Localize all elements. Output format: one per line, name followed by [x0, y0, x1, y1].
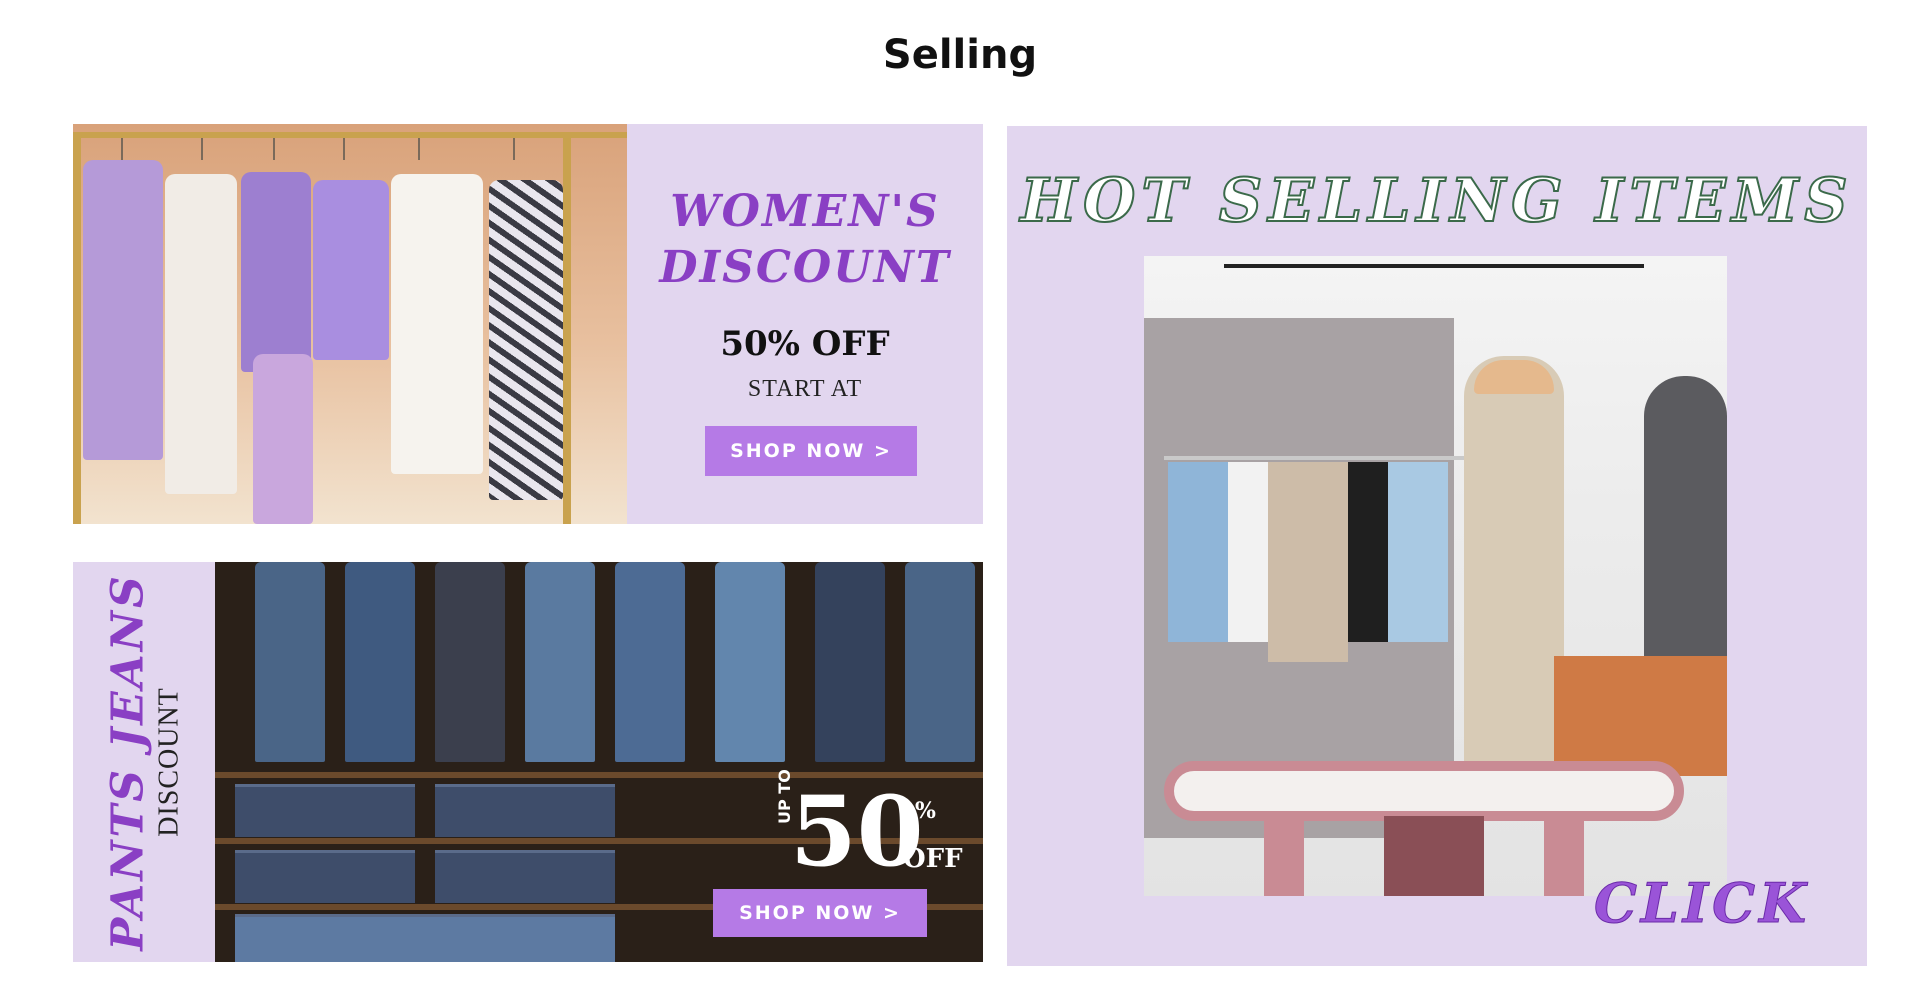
jeans-mannequin — [345, 562, 415, 762]
page-title: Selling — [882, 32, 1038, 78]
sun-hat — [1474, 360, 1554, 394]
jeans-mannequin — [905, 562, 975, 762]
purple-sweater-garment — [313, 180, 389, 360]
clothing-rail — [73, 132, 627, 138]
jeans-discount-subtitle: DISCOUNT — [153, 687, 185, 837]
folded-jeans-stack — [435, 850, 615, 903]
jeans-heading: PANTS JEANS — [102, 573, 154, 951]
womens-offer-text: 50% OFF — [720, 324, 890, 364]
jeans-shop-now-button[interactable]: SHOP NOW > — [713, 889, 927, 937]
purple-pants-garment — [253, 354, 313, 524]
womens-discount-heading: WOMEN'S DISCOUNT — [627, 184, 983, 296]
jeans-mannequin — [615, 562, 685, 762]
lace-dress-garment — [165, 174, 237, 494]
jeans-mannequin — [435, 562, 505, 762]
jeans-mannequin — [255, 562, 325, 762]
rail-post — [73, 132, 81, 524]
zebra-print-dress-garment — [489, 180, 563, 500]
hanger-hook — [343, 138, 345, 160]
hanger-hook — [201, 138, 203, 160]
heading-line-womens: WOMEN'S — [670, 186, 940, 237]
table-leg — [1264, 811, 1304, 896]
hot-selling-items-banner[interactable]: HOT SELLING ITEMS CLICK — [1007, 126, 1867, 966]
mannequin-floral-dress — [1464, 356, 1564, 776]
womens-clothing-rack-photo — [73, 124, 627, 524]
hanger-hook — [273, 138, 275, 160]
jeans-mannequin — [525, 562, 595, 762]
pink-display-table — [1164, 761, 1684, 821]
folded-jeans-stack — [235, 784, 415, 837]
hanger-hook — [121, 138, 123, 160]
plaid-dress-garment — [83, 160, 163, 460]
jeans-mannequin — [815, 562, 885, 762]
folded-jeans-stack — [235, 850, 415, 903]
black-garment — [1348, 462, 1388, 642]
jeans-vertical-label-panel: PANTS JEANS DISCOUNT — [73, 562, 215, 962]
jeans-percent-sign: % — [915, 798, 936, 824]
folded-jeans-stack — [235, 914, 615, 962]
pink-suitcase — [1384, 816, 1484, 896]
white-garment — [1228, 462, 1268, 642]
hanger-hook — [513, 138, 515, 160]
white-jacket-dress-garment — [391, 174, 483, 474]
click-link[interactable]: CLICK — [1577, 871, 1827, 936]
jeans-vertical-text: PANTS JEANS DISCOUNT — [103, 573, 186, 951]
womens-start-at-text: START AT — [747, 376, 863, 402]
clothing-rail — [1164, 456, 1494, 460]
jeans-mannequin — [715, 562, 785, 762]
curtain-archway — [1644, 376, 1727, 676]
folded-jeans-stack — [435, 784, 615, 837]
womens-shop-now-button[interactable]: SHOP NOW > — [705, 426, 917, 476]
store-interior-photo — [1144, 256, 1727, 896]
ceiling-light-track — [1224, 264, 1644, 268]
hot-selling-heading: HOT SELLING ITEMS — [1019, 165, 1854, 237]
jeans-off-text: OFF — [903, 844, 963, 874]
light-blue-garment — [1388, 462, 1448, 642]
blue-garment — [1168, 462, 1228, 642]
heading-line-discount: DISCOUNT — [659, 242, 951, 293]
purple-top-garment — [241, 172, 311, 372]
rail-post — [563, 132, 571, 524]
orange-sofa — [1554, 656, 1727, 776]
hanger-hook — [418, 138, 420, 160]
floral-garment — [1268, 462, 1348, 662]
